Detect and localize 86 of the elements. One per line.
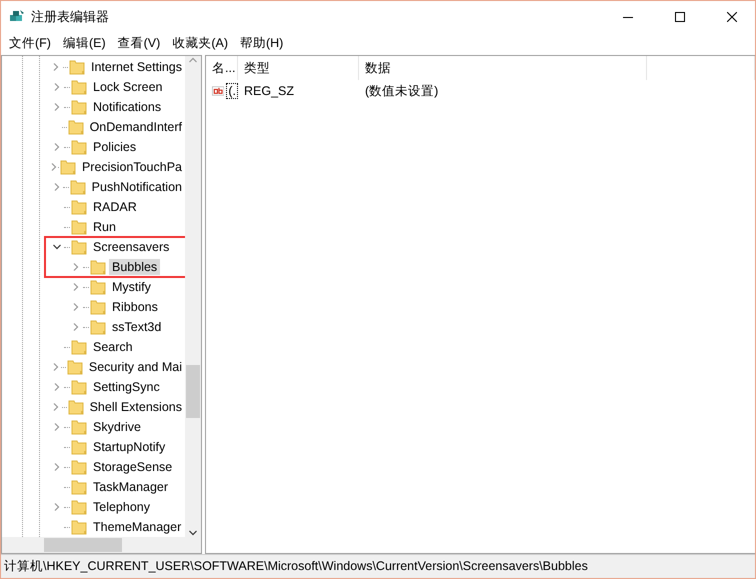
scrollbar-thumb[interactable]	[44, 538, 122, 552]
menu-item[interactable]: 帮助(H)	[234, 34, 290, 52]
menu-item[interactable]: 文件(F)	[3, 34, 57, 52]
menu-item[interactable]: 编辑(E)	[56, 34, 112, 52]
folder-icon	[90, 259, 106, 275]
folder-icon	[71, 339, 87, 355]
status-bar: 计算机\HKEY_CURRENT_USER\SOFTWARE\Microsoft\Windows\CurrentVersion\Screensavers\Bubbles	[1, 554, 755, 578]
chevron-right-icon[interactable]	[72, 283, 80, 291]
chevron-right-icon[interactable]	[53, 463, 61, 471]
scrollbar-thumb[interactable]	[186, 365, 200, 418]
chevron-right-icon[interactable]	[53, 383, 61, 391]
close-icon[interactable]	[727, 12, 737, 22]
vertical-scrollbar[interactable]	[185, 56, 201, 537]
tree-item[interactable]: Shell Extensions	[86, 399, 185, 415]
tree-item[interactable]: ssText3d	[109, 319, 164, 335]
table-cell-text: REG_SZ	[243, 84, 296, 98]
tree-item[interactable]: TaskManager	[90, 479, 172, 495]
folder-icon	[68, 119, 84, 135]
folder-icon	[71, 99, 87, 115]
folder-icon	[66, 359, 83, 375]
folder-icon	[90, 279, 106, 295]
tree-item[interactable]: Telephony	[90, 499, 153, 515]
chevron-up-icon[interactable]	[189, 56, 197, 64]
table-cell-text: (数值未设置)	[364, 82, 440, 100]
chevron-right-icon[interactable]	[52, 403, 60, 411]
tree-item[interactable]: Security and Mai	[86, 359, 185, 375]
tree-item[interactable]: Run	[90, 219, 119, 235]
tree-item[interactable]: PushNotification	[88, 179, 185, 195]
tree-item[interactable]: Internet Settings	[88, 59, 185, 75]
chevron-right-icon[interactable]	[53, 143, 61, 151]
folder-icon	[68, 399, 84, 415]
chevron-right-icon[interactable]	[52, 63, 60, 71]
menu-item[interactable]: 查看(V)	[112, 34, 166, 52]
chevron-right-icon[interactable]	[50, 163, 58, 171]
tree-item[interactable]: Notifications	[90, 99, 164, 115]
chevron-right-icon[interactable]	[53, 83, 61, 91]
folder-icon	[71, 459, 87, 475]
horizontal-scrollbar[interactable]	[2, 537, 185, 553]
tree-item[interactable]: RADAR	[90, 199, 140, 215]
tree-item[interactable]: StartupNotify	[90, 439, 168, 455]
folder-icon	[71, 199, 87, 215]
tree-item[interactable]: SettingSync	[90, 379, 163, 395]
window-title: 注册表编辑器	[31, 8, 110, 26]
folder-icon	[71, 219, 87, 235]
folder-icon	[71, 479, 87, 495]
chevron-right-icon[interactable]	[53, 503, 61, 511]
chevron-right-icon[interactable]	[52, 363, 60, 371]
folder-icon	[71, 519, 87, 535]
column-header[interactable]: 数据	[359, 56, 647, 80]
folder-icon	[70, 179, 86, 195]
menu-item[interactable]: 收藏夹(A)	[166, 34, 234, 52]
chevron-right-icon[interactable]	[53, 423, 61, 431]
folder-icon	[90, 319, 106, 335]
tree-item[interactable]: Lock Screen	[90, 79, 166, 95]
chevron-right-icon[interactable]	[72, 323, 80, 331]
folder-icon	[71, 139, 87, 155]
chevron-right-icon[interactable]	[52, 183, 61, 191]
maximize-icon[interactable]	[675, 12, 685, 22]
tree-item[interactable]: Screensavers	[90, 239, 172, 255]
tree-item[interactable]: Ribbons	[109, 299, 161, 315]
tree-item[interactable]: Mystify	[109, 279, 154, 295]
tree-item[interactable]: Search	[90, 339, 136, 355]
tree-item[interactable]: PrecisionTouchPa	[78, 159, 185, 175]
tree-item[interactable]: Bubbles	[109, 259, 160, 275]
tree-item[interactable]: Policies	[90, 139, 140, 155]
column-header[interactable]: 名...	[206, 56, 238, 80]
column-header[interactable]: 类型	[238, 56, 359, 80]
folder-icon	[68, 59, 85, 75]
folder-icon	[60, 159, 76, 175]
folder-icon	[90, 299, 106, 315]
table-cell[interactable]: (.	[226, 83, 238, 99]
folder-icon	[71, 499, 87, 515]
chevron-right-icon[interactable]	[53, 103, 61, 111]
folder-icon	[71, 239, 87, 255]
folder-icon	[71, 419, 87, 435]
tree-item[interactable]: OnDemandInterf	[86, 119, 185, 135]
folder-icon	[71, 379, 87, 395]
chevron-down-icon[interactable]	[189, 529, 197, 537]
tree-item[interactable]: StorageSense	[90, 459, 176, 475]
chevron-down-icon[interactable]	[53, 243, 61, 251]
chevron-right-icon[interactable]	[72, 303, 80, 311]
tree-item[interactable]: ThemeManager	[90, 519, 184, 535]
chevron-right-icon[interactable]	[72, 263, 80, 271]
folder-icon	[71, 439, 87, 455]
tree-item[interactable]: Skydrive	[90, 419, 144, 435]
folder-icon	[71, 79, 87, 95]
